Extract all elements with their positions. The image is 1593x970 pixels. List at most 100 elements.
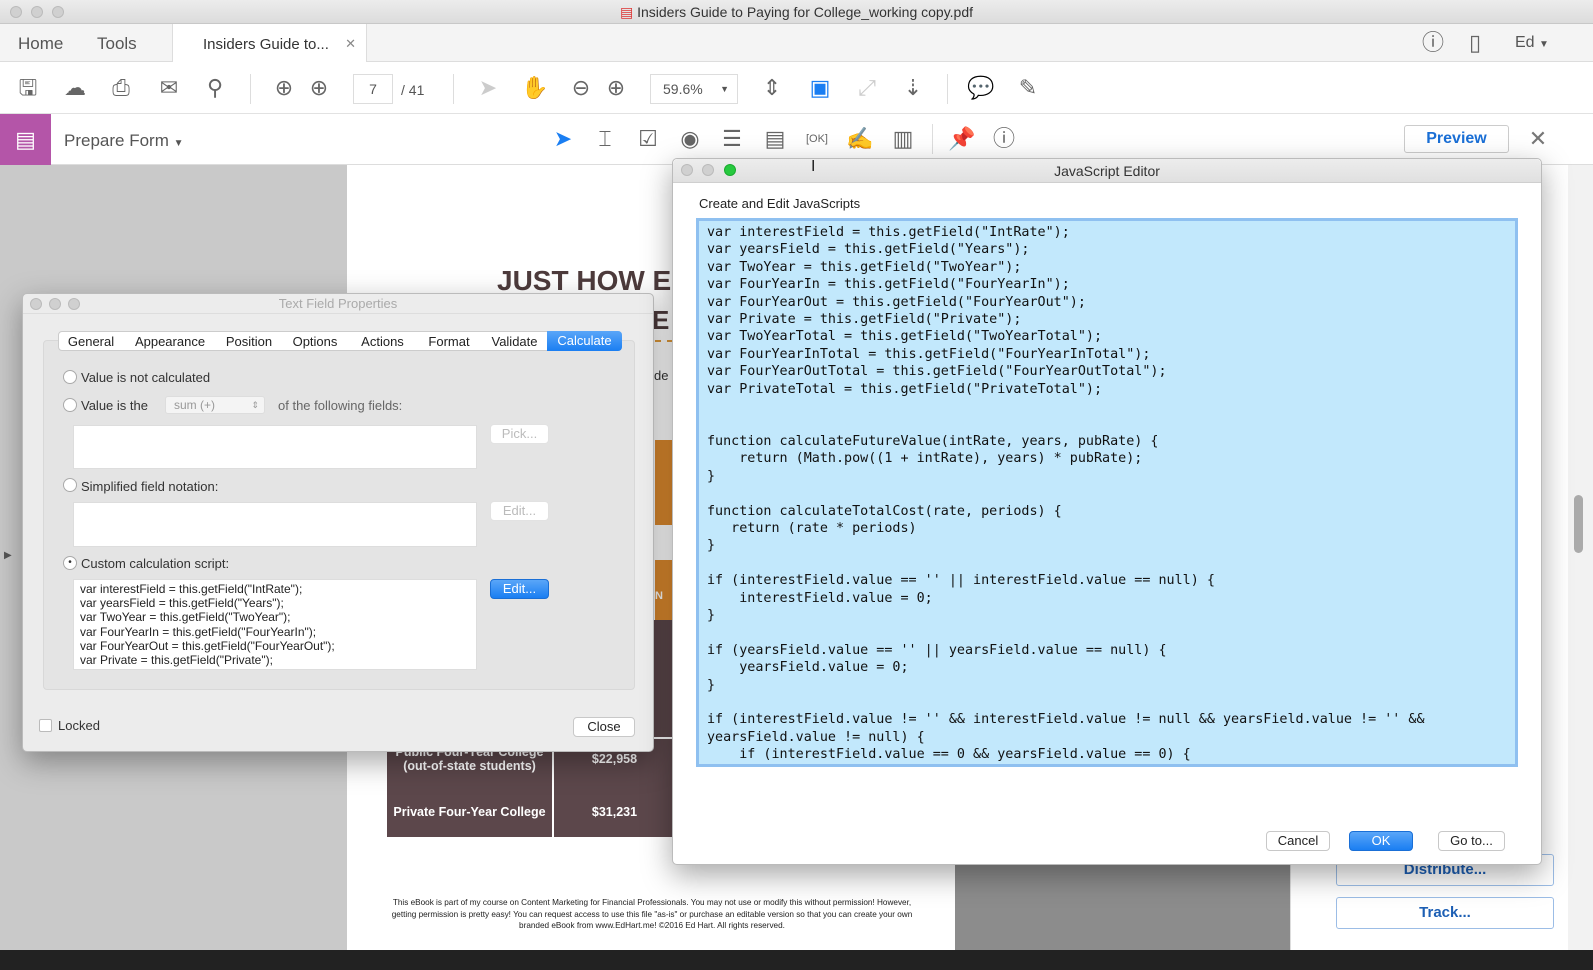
- pick-button[interactable]: Pick...: [490, 424, 549, 444]
- radio-custom-script[interactable]: •: [63, 556, 77, 570]
- code-line: var FourYearOut = this.getField("FourYea…: [80, 638, 335, 653]
- email-icon[interactable]: ✉: [154, 75, 184, 101]
- label-custom-script: Custom calculation script:: [81, 556, 230, 571]
- tab-position[interactable]: Position: [217, 332, 281, 352]
- page-number-input[interactable]: 7: [353, 74, 393, 104]
- code-line: var TwoYear = this.getField("TwoYear");: [707, 259, 1022, 275]
- code-line: var TwoYear = this.getField("TwoYear");: [80, 610, 291, 625]
- expand-panel-icon[interactable]: ▶: [4, 550, 12, 561]
- radio-simplified[interactable]: [63, 478, 77, 492]
- dropdown-icon[interactable]: ▤: [760, 126, 790, 152]
- minimize-window-button[interactable]: [31, 6, 43, 18]
- close-button[interactable]: Close: [573, 717, 635, 737]
- select-object-icon[interactable]: ➤: [548, 126, 578, 152]
- radio-value-is[interactable]: [63, 398, 77, 412]
- tab-tools[interactable]: Tools: [97, 34, 137, 54]
- zoom-out-icon[interactable]: ⊖: [566, 75, 596, 101]
- user-menu[interactable]: Ed ▼: [1515, 34, 1549, 52]
- code-line: }: [707, 677, 716, 693]
- text-field-properties-dialog: Text Field Properties General Appearance…: [22, 293, 654, 752]
- zoom-window-button[interactable]: [724, 164, 736, 176]
- ok-button[interactable]: OK: [1349, 831, 1413, 851]
- edit-script-button[interactable]: Edit...: [490, 579, 549, 599]
- checkbox-icon[interactable]: ☑: [633, 126, 663, 152]
- custom-script-preview[interactable]: var interestField = this.getField("IntRa…: [73, 579, 477, 670]
- scrollbar-thumb[interactable]: [1574, 495, 1583, 553]
- full-screen-icon[interactable]: ⤢: [852, 75, 882, 101]
- code-line: interestField.value = 0;: [707, 590, 933, 606]
- next-page-icon[interactable]: ⊕: [304, 75, 334, 101]
- tab-actions[interactable]: Actions: [349, 332, 416, 352]
- tab-home[interactable]: Home: [18, 34, 63, 54]
- close-icon[interactable]: ✕: [1523, 126, 1553, 152]
- prepare-form-menu[interactable]: Prepare Form ▼: [64, 131, 184, 151]
- code-line: var Private = this.getField("Private");: [707, 312, 1022, 328]
- tab-appearance[interactable]: Appearance: [123, 332, 217, 352]
- minimize-window-button[interactable]: [702, 164, 714, 176]
- javascript-code-editor[interactable]: var interestField = this.getField("IntRa…: [696, 218, 1518, 767]
- tab-validate[interactable]: Validate: [482, 332, 547, 352]
- zoom-window-button[interactable]: [68, 298, 80, 310]
- go-to-button[interactable]: Go to...: [1438, 831, 1505, 851]
- code-line: var PrivateTotal = this.getField("Privat…: [707, 381, 1103, 397]
- radio-not-calculated[interactable]: [63, 370, 77, 384]
- barcode-icon[interactable]: ▥: [888, 126, 918, 152]
- fields-list[interactable]: [73, 425, 477, 469]
- scroll-mode-icon[interactable]: ⇣: [898, 75, 928, 101]
- pin-icon[interactable]: 📌: [947, 126, 977, 152]
- document-tab[interactable]: Insiders Guide to... ✕: [172, 24, 367, 62]
- table-row-value: $22,958: [591, 752, 638, 766]
- tab-general[interactable]: General: [59, 332, 123, 352]
- search-icon[interactable]: ⚲: [200, 75, 230, 101]
- scrollbar[interactable]: [1568, 165, 1593, 950]
- locked-checkbox[interactable]: [39, 719, 52, 732]
- radio-button-icon[interactable]: ◉: [675, 126, 705, 152]
- track-button[interactable]: Track...: [1336, 897, 1554, 929]
- print-icon[interactable]: ⎙: [106, 75, 136, 101]
- help-icon[interactable]: ⓘ: [1418, 30, 1448, 56]
- mobile-link-icon[interactable]: ▯: [1460, 30, 1490, 56]
- label-not-calculated: Value is not calculated: [81, 370, 211, 385]
- minimize-window-button[interactable]: [49, 298, 61, 310]
- dialog-title: JavaScript Editor: [673, 159, 1541, 183]
- tab-options[interactable]: Options: [281, 332, 349, 352]
- tab-calculate[interactable]: Calculate: [547, 331, 622, 351]
- table-row-label: Private Four-Year College: [393, 805, 546, 819]
- comment-icon[interactable]: 💬: [966, 75, 996, 101]
- fit-width-icon[interactable]: ⇕: [757, 75, 787, 101]
- close-window-button[interactable]: [30, 298, 42, 310]
- preview-button[interactable]: Preview: [1404, 125, 1509, 153]
- code-line: if (interestField.value == '' || interes…: [707, 573, 1215, 589]
- list-box-icon[interactable]: ☰: [717, 126, 747, 152]
- zoom-value: 59.6%: [663, 81, 703, 97]
- fit-page-icon[interactable]: ▣: [805, 75, 835, 101]
- signature-icon[interactable]: ✍: [845, 126, 875, 152]
- help-icon[interactable]: ⓘ: [989, 126, 1019, 152]
- simplified-notation-input[interactable]: [73, 502, 477, 547]
- close-window-button[interactable]: [10, 6, 22, 18]
- hand-tool-icon[interactable]: ✋: [520, 75, 550, 101]
- save-icon[interactable]: 🖫: [13, 75, 43, 101]
- zoom-in-icon[interactable]: ⊕: [601, 75, 631, 101]
- edit-simplified-button[interactable]: Edit...: [490, 501, 549, 521]
- previous-page-icon[interactable]: ⊕: [269, 75, 299, 101]
- operation-select[interactable]: sum (+) ⇕: [165, 396, 265, 414]
- select-cursor-icon[interactable]: ➤: [473, 75, 503, 101]
- zoom-window-button[interactable]: [52, 6, 64, 18]
- window-title: Insiders Guide to Paying for College_wor…: [637, 4, 974, 20]
- close-window-button[interactable]: [681, 164, 693, 176]
- cancel-button[interactable]: Cancel: [1266, 831, 1330, 851]
- zoom-select[interactable]: 59.6% ▼: [650, 74, 738, 104]
- code-line: yearsField.value = 0;: [707, 660, 909, 676]
- code-line: var Private = this.getField("Private");: [80, 653, 273, 668]
- pen-icon[interactable]: ✎: [1013, 75, 1043, 101]
- text-field-icon[interactable]: ⌶: [590, 126, 620, 152]
- button-icon[interactable]: [OK]: [802, 126, 832, 152]
- title-bar: ▤ Insiders Guide to Paying for College_w…: [0, 0, 1593, 24]
- close-tab-icon[interactable]: ✕: [345, 36, 356, 52]
- tab-format[interactable]: Format: [416, 332, 482, 352]
- upload-cloud-icon[interactable]: ☁: [60, 75, 90, 101]
